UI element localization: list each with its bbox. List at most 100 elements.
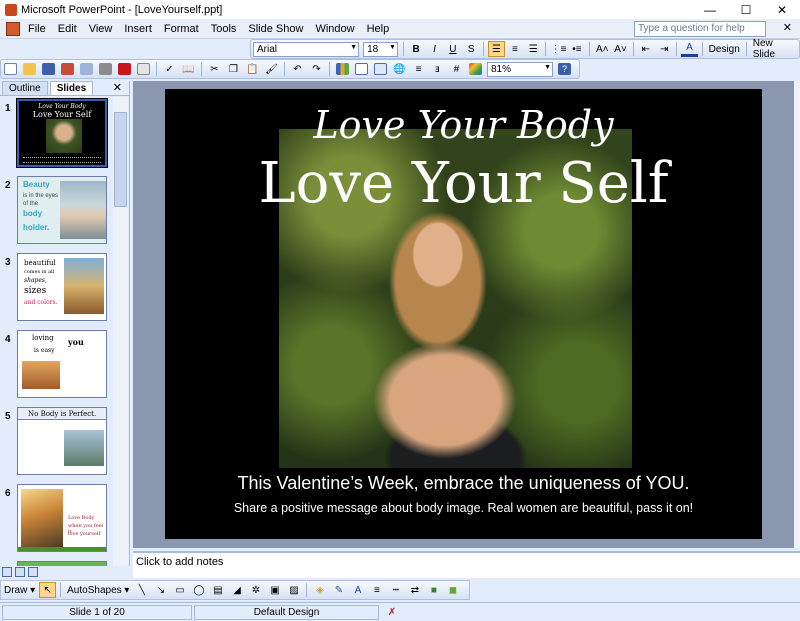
slide-thumbnail-row[interactable]: 5 No Body is Perfect. bbox=[0, 405, 113, 482]
pdf-icon[interactable] bbox=[116, 61, 133, 77]
spelling-icon[interactable]: ✓ bbox=[161, 61, 178, 77]
help-search-input[interactable]: Type a question for help bbox=[634, 21, 766, 37]
menu-insert[interactable]: Insert bbox=[118, 23, 158, 35]
permission-icon[interactable] bbox=[59, 61, 76, 77]
slide-thumbnail-row[interactable]: 2 Beauty is in the eyes of the body hold… bbox=[0, 174, 113, 251]
save-icon[interactable] bbox=[40, 61, 57, 77]
clip-art-icon[interactable]: ▣ bbox=[266, 582, 283, 598]
spelling-status-icon[interactable]: ✗ bbox=[381, 604, 403, 620]
slide-thumbnail-row[interactable]: 1 Love Your Body Love Your Self bbox=[0, 97, 113, 174]
insert-table-icon[interactable] bbox=[353, 61, 370, 77]
rectangle-icon[interactable]: ▭ bbox=[171, 582, 188, 598]
expand-all-icon[interactable]: ≡ bbox=[410, 61, 427, 77]
bold-button[interactable]: B bbox=[408, 41, 424, 57]
draw-menu-button[interactable]: Draw ▾ bbox=[1, 585, 38, 596]
minimize-button[interactable]: — bbox=[692, 0, 728, 19]
email-icon[interactable] bbox=[78, 61, 95, 77]
current-slide[interactable]: Love Your Body Love Your Self This Valen… bbox=[165, 89, 762, 539]
decrease-font-size-button[interactable]: A˅ bbox=[612, 41, 628, 57]
design-button[interactable]: Design bbox=[706, 44, 743, 55]
slide-thumbnail-2[interactable]: Beauty is in the eyes of the body holder… bbox=[17, 176, 107, 244]
undo-icon[interactable]: ↶ bbox=[289, 61, 306, 77]
wordart-icon[interactable]: ◢ bbox=[228, 582, 245, 598]
new-icon[interactable] bbox=[2, 61, 19, 77]
menu-file[interactable]: File bbox=[22, 23, 52, 35]
insert-chart-icon[interactable] bbox=[334, 61, 351, 77]
menu-view[interactable]: View bbox=[83, 23, 119, 35]
slide-thumbnail-4[interactable]: loving you is easy bbox=[17, 330, 107, 398]
slide-thumbnail-row[interactable]: 7 bbox=[0, 559, 113, 566]
font-size-select[interactable]: 18 ▼ bbox=[363, 41, 398, 57]
research-icon[interactable]: 📖 bbox=[180, 61, 197, 77]
slide-scrollbar[interactable] bbox=[794, 81, 800, 548]
arrow-icon[interactable]: ↘ bbox=[152, 582, 169, 598]
close-pane-button[interactable]: ✕ bbox=[113, 81, 122, 94]
slide-body-line-1[interactable]: This Valentine’s Week, embrace the uniqu… bbox=[165, 473, 762, 494]
format-painter-icon[interactable]: 🖌 bbox=[263, 61, 280, 77]
new-slide-button[interactable]: New Slide bbox=[750, 38, 799, 60]
slide-thumbnail-row[interactable]: 6 Love Body when you feel it love yourse… bbox=[0, 482, 113, 559]
help-icon[interactable]: ? bbox=[556, 61, 573, 77]
align-left-button[interactable]: ☰ bbox=[488, 41, 505, 57]
line-color-icon[interactable]: ✎ bbox=[330, 582, 347, 598]
menu-tools[interactable]: Tools bbox=[205, 23, 243, 35]
maximize-button[interactable]: ☐ bbox=[728, 0, 764, 19]
font-name-select[interactable]: Arial ▼ bbox=[253, 41, 360, 57]
shadow-button[interactable]: S bbox=[463, 41, 479, 57]
align-center-button[interactable]: ≡ bbox=[507, 41, 523, 57]
paste-icon[interactable]: 📋 bbox=[244, 61, 261, 77]
print-icon[interactable] bbox=[97, 61, 114, 77]
increase-font-size-button[interactable]: A˄ bbox=[594, 41, 610, 57]
document-icon[interactable] bbox=[6, 21, 20, 36]
redo-icon[interactable]: ↷ bbox=[308, 61, 325, 77]
menu-edit[interactable]: Edit bbox=[52, 23, 83, 35]
fill-color-icon[interactable]: ◈ bbox=[311, 582, 328, 598]
tab-outline[interactable]: Outline bbox=[2, 81, 48, 95]
slide-body-line-2[interactable]: Share a positive message about body imag… bbox=[165, 501, 762, 515]
slide-thumbnail-row[interactable]: 3 beautiful comes in all shapes, sizes a… bbox=[0, 251, 113, 328]
open-folder-icon[interactable] bbox=[21, 61, 38, 77]
slide-thumbnail-5[interactable]: No Body is Perfect. bbox=[17, 407, 107, 475]
arrow-style-icon[interactable]: ⇄ bbox=[406, 582, 423, 598]
oval-icon[interactable]: ◯ bbox=[190, 582, 207, 598]
3d-style-icon[interactable]: ◼ bbox=[444, 582, 461, 598]
menu-window[interactable]: Window bbox=[309, 23, 360, 35]
print-preview-icon[interactable] bbox=[135, 61, 152, 77]
copy-icon[interactable]: ❐ bbox=[225, 61, 242, 77]
slide-thumbnail-3[interactable]: beautiful comes in all shapes, sizes and… bbox=[17, 253, 107, 321]
font-color-button[interactable]: A bbox=[681, 41, 698, 57]
picture-icon[interactable]: ▨ bbox=[285, 582, 302, 598]
numbering-button[interactable]: ⋮≡ bbox=[550, 41, 567, 57]
insert-hyperlink-icon[interactable]: 🌐 bbox=[391, 61, 408, 77]
select-objects-icon[interactable]: ↖ bbox=[39, 582, 57, 598]
bullets-button[interactable]: •≡ bbox=[569, 41, 585, 57]
tab-slides[interactable]: Slides bbox=[49, 81, 94, 95]
line-style-icon[interactable]: ≡ bbox=[368, 582, 385, 598]
slide-thumbnail-1[interactable]: Love Your Body Love Your Self bbox=[16, 98, 108, 168]
menu-format[interactable]: Format bbox=[158, 23, 205, 35]
cut-icon[interactable]: ✂ bbox=[206, 61, 223, 77]
color-grayscale-icon[interactable] bbox=[467, 61, 484, 77]
slide-thumbnail-row[interactable]: 4 loving you is easy bbox=[0, 328, 113, 405]
font-color-icon[interactable]: A bbox=[349, 582, 366, 598]
diagram-icon[interactable]: ✲ bbox=[247, 582, 264, 598]
underline-button[interactable]: U bbox=[445, 41, 461, 57]
thumbnail-scrollbar[interactable] bbox=[113, 97, 128, 566]
grid-icon[interactable]: # bbox=[448, 61, 465, 77]
dash-style-icon[interactable]: ┅ bbox=[387, 582, 404, 598]
menu-help[interactable]: Help bbox=[361, 23, 396, 35]
close-window-button[interactable]: ✕ bbox=[764, 0, 800, 19]
shadow-style-icon[interactable]: ■ bbox=[425, 582, 442, 598]
slide-title-line-2[interactable]: Love Your Self bbox=[165, 151, 762, 216]
align-right-button[interactable]: ☰ bbox=[525, 41, 541, 57]
increase-indent-button[interactable]: ⇥ bbox=[656, 41, 672, 57]
menu-slide-show[interactable]: Slide Show bbox=[242, 23, 309, 35]
tables-borders-icon[interactable] bbox=[372, 61, 389, 77]
italic-button[interactable]: I bbox=[426, 41, 442, 57]
slide-title-line-1[interactable]: Love Your Body bbox=[165, 103, 762, 147]
text-box-icon[interactable]: ▤ bbox=[209, 582, 226, 598]
slide-thumbnail-6[interactable]: Love Body when you feel it love yourself bbox=[17, 484, 107, 552]
normal-view-icon[interactable] bbox=[2, 567, 12, 577]
line-icon[interactable]: ╲ bbox=[133, 582, 150, 598]
zoom-select[interactable]: 81% ▼ bbox=[487, 61, 553, 77]
